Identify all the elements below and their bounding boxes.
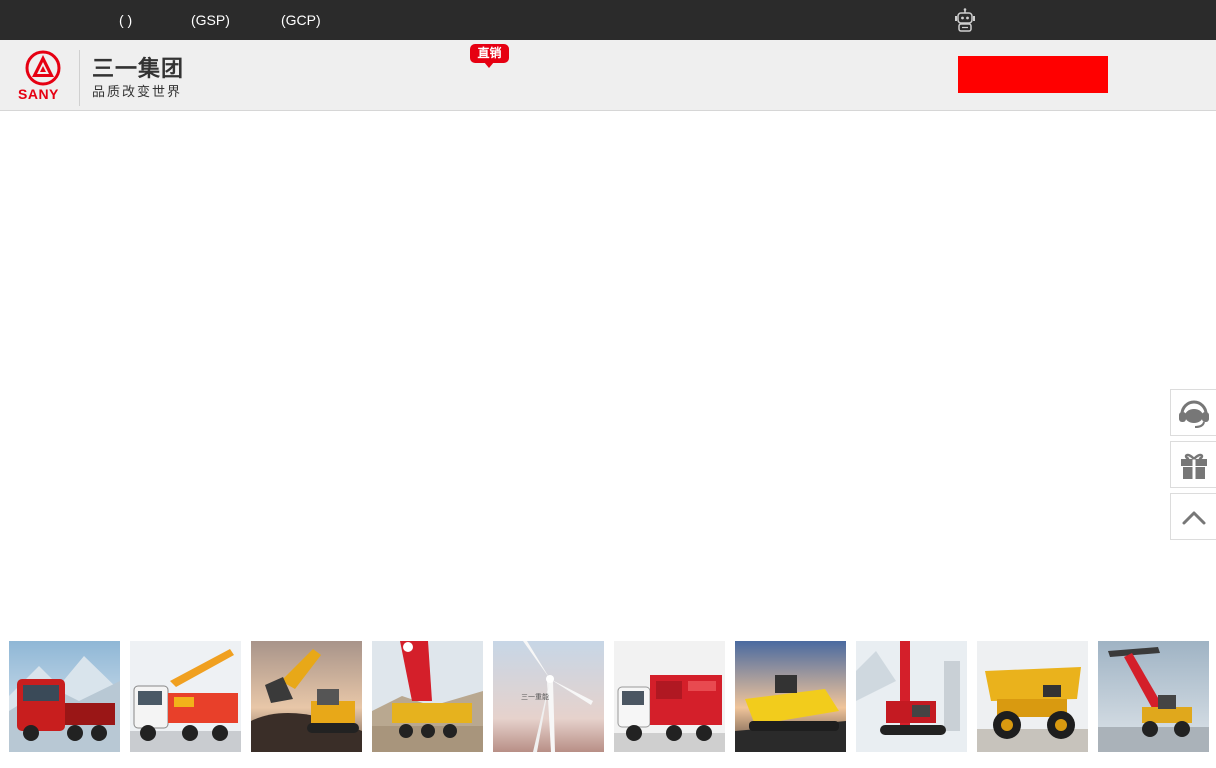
truck-tractor-image[interactable] [9, 641, 120, 752]
header-red-button[interactable] [958, 56, 1108, 93]
direct-sales-badge[interactable]: 直销 [470, 44, 510, 69]
excavator-image[interactable] [251, 641, 362, 752]
direct-sales-label: 直销 [477, 46, 502, 60]
robot-icon[interactable] [954, 8, 976, 32]
wind-turbine-image[interactable]: 三一重能 [493, 641, 604, 752]
back-to-top-button[interactable] [1170, 493, 1216, 540]
reach-stacker-image[interactable] [1098, 641, 1209, 752]
brand-slogan: 品质改变世界 [92, 84, 183, 99]
top-link[interactable]: ( ) [119, 11, 132, 29]
svg-text:三一重能: 三一重能 [521, 692, 549, 701]
crane-image[interactable] [372, 641, 483, 752]
customer-service-icon [1179, 400, 1209, 428]
brand-name: 三一集团 [92, 56, 185, 81]
back-to-top-icon [1182, 511, 1206, 525]
product-thumbnail-strip: 三一重能 [9, 641, 1209, 752]
fire-truck-image[interactable] [614, 641, 725, 752]
sany-emblem-icon [25, 50, 61, 86]
top-link-gsp[interactable]: (GSP) [191, 11, 230, 29]
customer-service-button[interactable] [1170, 389, 1216, 436]
site-header: SANY 三一集团 品质改变世界 直销 [0, 40, 1216, 111]
gift-button[interactable] [1170, 441, 1216, 488]
concrete-pump-truck-image[interactable] [130, 641, 241, 752]
rotary-drilling-rig-image[interactable] [856, 641, 967, 752]
sany-logo[interactable]: SANY [16, 49, 70, 103]
paver-image[interactable] [735, 641, 846, 752]
sany-logo-text: SANY [18, 86, 59, 102]
gift-icon [1181, 453, 1207, 479]
top-link-gcp[interactable]: (GCP) [281, 11, 321, 29]
mining-dump-truck-image[interactable] [977, 641, 1088, 752]
top-bar: ( ) (GSP) (GCP) [0, 0, 1216, 40]
logo-divider [79, 50, 80, 106]
